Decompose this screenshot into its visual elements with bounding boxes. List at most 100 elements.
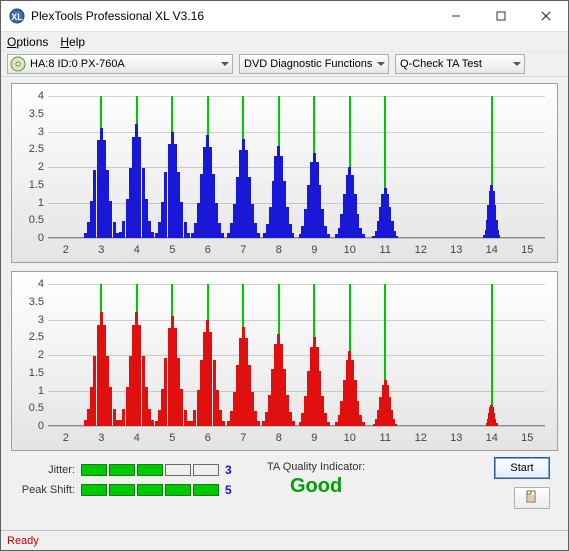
xtick-label: 11 xyxy=(380,432,391,444)
xtick-label: 12 xyxy=(415,244,427,256)
xtick-label: 13 xyxy=(450,432,462,444)
quality-block: TA Quality Indicator: Good xyxy=(267,461,365,498)
xtick-label: 7 xyxy=(240,244,246,256)
peakshift-label: Peak Shift: xyxy=(15,484,75,496)
chart-land: 0 0.5 1 1.5 2 2.5 3 3.5 4 2 3 4 5 6 7 8 9 10 11 12 13 14 15 xyxy=(11,271,558,451)
ytick-label: 0 xyxy=(18,420,44,432)
xtick-label: 11 xyxy=(380,244,391,256)
segment xyxy=(137,484,163,496)
disc-icon xyxy=(10,56,26,72)
xtick-label: 13 xyxy=(450,244,462,256)
segment xyxy=(81,464,107,476)
xtick-label: 5 xyxy=(169,432,175,444)
drive-select-label: HA:8 ID:0 PX-760A xyxy=(30,58,125,70)
right-buttons: Start xyxy=(494,457,550,509)
plot-area: 00.511.522.533.5423456789101112131415 xyxy=(48,96,545,238)
close-button[interactable] xyxy=(523,1,568,31)
xtick-label: 8 xyxy=(276,244,282,256)
xtick-label: 14 xyxy=(486,244,498,256)
xtick-label: 2 xyxy=(63,244,69,256)
xtick-label: 4 xyxy=(134,244,140,256)
segment xyxy=(81,484,107,496)
menu-help[interactable]: Help xyxy=(60,35,85,49)
xtick-label: 7 xyxy=(240,432,246,444)
chart-pit: 00.511.522.533.5423456789101112131415 xyxy=(11,83,558,263)
ytick-label: 3 xyxy=(18,126,44,138)
peakshift-bar xyxy=(81,484,219,496)
quality-value: Good xyxy=(267,475,365,498)
xtick-label: 10 xyxy=(344,432,356,444)
segment xyxy=(109,484,135,496)
xtick-label: 12 xyxy=(415,432,427,444)
xtick-label: 3 xyxy=(98,432,104,444)
ytick-label: 1 xyxy=(18,197,44,209)
status-text: Ready xyxy=(7,535,39,547)
segment xyxy=(137,464,163,476)
menu-options[interactable]: Options xyxy=(7,35,48,49)
ytick-label: 2 xyxy=(18,349,44,361)
ytick-label: 2.5 xyxy=(18,331,44,343)
ytick-label: 0.5 xyxy=(18,402,44,414)
ytick-label: 4 xyxy=(18,278,44,290)
titlebar: XL PlexTools Professional XL V3.16 xyxy=(1,1,568,31)
window-title: PlexTools Professional XL V3.16 xyxy=(31,9,433,23)
test-select[interactable]: Q-Check TA Test xyxy=(395,54,525,74)
function-select-label: DVD Diagnostic Functions xyxy=(244,58,372,70)
toolbar: HA:8 ID:0 PX-760A DVD Diagnostic Functio… xyxy=(1,51,568,77)
peakshift-row: Peak Shift: 5 xyxy=(15,483,239,497)
plot-area: 00.511.522.533.5423456789101112131415 xyxy=(48,284,545,426)
xtick-label: 14 xyxy=(486,432,498,444)
metric-block: Jitter: 3 Peak Shift: 5 xyxy=(15,463,239,497)
ytick-label: 1.5 xyxy=(18,367,44,379)
chevron-down-icon xyxy=(377,62,385,66)
xtick-label: 2 xyxy=(63,432,69,444)
segment xyxy=(165,464,191,476)
test-select-label: Q-Check TA Test xyxy=(400,58,482,70)
xtick-label: 5 xyxy=(169,244,175,256)
xtick-label: 10 xyxy=(344,244,356,256)
segment xyxy=(109,464,135,476)
ytick-label: 1.5 xyxy=(18,179,44,191)
xtick-label: 9 xyxy=(311,432,317,444)
jitter-row: Jitter: 3 xyxy=(15,463,239,477)
segment xyxy=(193,484,219,496)
quality-caption: TA Quality Indicator: xyxy=(267,461,365,473)
svg-text:XL: XL xyxy=(11,12,23,22)
minimize-button[interactable] xyxy=(433,1,478,31)
ytick-label: 2 xyxy=(18,161,44,173)
chart-wrap: 0 0.5 1 1.5 2 2.5 3 3.5 4 2 3 4 5 6 7 8 9 10 11 12 13 14 15 xyxy=(1,265,568,453)
segment xyxy=(193,464,219,476)
statusbar: Ready xyxy=(1,530,568,550)
peakshift-value: 5 xyxy=(225,483,239,497)
maximize-button[interactable] xyxy=(478,1,523,31)
xtick-label: 8 xyxy=(276,432,282,444)
jitter-value: 3 xyxy=(225,463,239,477)
bottom-panel: Jitter: 3 Peak Shift: 5 TA Quality Indic… xyxy=(1,453,568,502)
xtick-label: 6 xyxy=(205,244,211,256)
ytick-label: 0 xyxy=(18,232,44,244)
menubar: Options Help xyxy=(1,31,568,51)
jitter-bar xyxy=(81,464,219,476)
xtick-label: 15 xyxy=(521,244,533,256)
ytick-label: 3.5 xyxy=(18,108,44,120)
function-select[interactable]: DVD Diagnostic Functions xyxy=(239,54,389,74)
segment xyxy=(165,484,191,496)
xtick-label: 3 xyxy=(98,244,104,256)
export-button[interactable] xyxy=(514,487,550,509)
xtick-label: 15 xyxy=(521,432,533,444)
ytick-label: 0.5 xyxy=(18,214,44,226)
ytick-label: 3 xyxy=(18,314,44,326)
xtick-label: 9 xyxy=(311,244,317,256)
ytick-label: 4 xyxy=(18,90,44,102)
start-label: Start xyxy=(510,462,533,474)
xtick-label: 4 xyxy=(134,432,140,444)
chevron-down-icon xyxy=(221,62,229,66)
chevron-down-icon xyxy=(513,62,521,66)
start-button[interactable]: Start xyxy=(494,457,550,479)
ytick-label: 3.5 xyxy=(18,296,44,308)
drive-select[interactable]: HA:8 ID:0 PX-760A xyxy=(7,54,233,74)
ytick-label: 1 xyxy=(18,385,44,397)
app-icon: XL xyxy=(9,8,25,24)
xtick-label: 6 xyxy=(205,432,211,444)
document-icon xyxy=(525,490,539,507)
